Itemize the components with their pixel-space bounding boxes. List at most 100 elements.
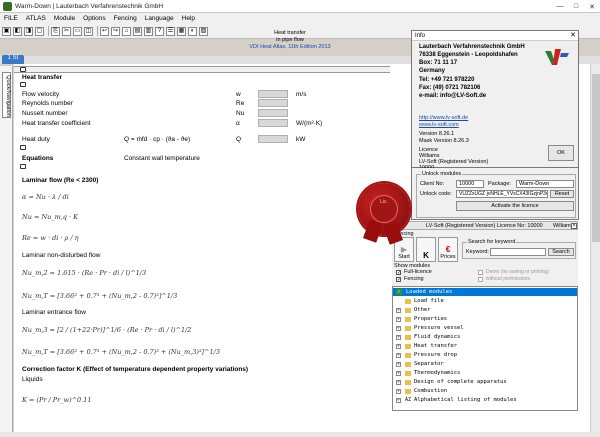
tree-item-alphabetical[interactable]: + AZ Alphabetical listing of modules <box>393 396 577 404</box>
htc-field[interactable] <box>258 119 288 127</box>
keyword-input[interactable] <box>490 248 546 256</box>
table-icon[interactable]: ▤ <box>133 26 142 36</box>
menu-options[interactable]: Options <box>79 15 109 22</box>
wax-seal-image: Lic. <box>358 183 410 245</box>
open-file-icon[interactable]: ◧ <box>13 26 22 36</box>
expand-icon[interactable]: + <box>396 388 401 394</box>
undo-icon[interactable]: ↩ <box>100 26 109 36</box>
full-licence-checkbox[interactable]: ✓ <box>396 270 401 276</box>
tree-item-separator[interactable]: + Separator <box>393 360 577 368</box>
mask-version-text: Mask Version 8.26.3 <box>419 138 469 144</box>
client-no-field[interactable]: 10000 <box>456 180 484 188</box>
help-icon[interactable]: ? <box>155 26 164 36</box>
cut-icon[interactable]: ✂ <box>62 26 71 36</box>
folder-icon <box>405 343 411 349</box>
expand-icon[interactable]: + <box>396 325 401 331</box>
window-icon[interactable]: ◫ <box>84 26 93 36</box>
minimize-button[interactable]: — <box>552 0 568 13</box>
licence-status-bar: LV-Soft (Registered Version) Licence No:… <box>392 221 578 230</box>
expand-icon[interactable]: + <box>396 343 401 349</box>
expand-icon[interactable]: + <box>396 379 401 385</box>
without-permissions-checkbox[interactable] <box>478 277 483 282</box>
collapse-handle[interactable] <box>20 145 26 150</box>
copy-icon[interactable]: ⎘ <box>51 26 60 36</box>
tree-item-pressure-vessel[interactable]: + Pressure vessel <box>393 324 577 332</box>
collapse-handle[interactable] <box>20 164 26 169</box>
tree-item-thermodynamics[interactable]: + Thermodynamics <box>393 369 577 377</box>
menu-atlas[interactable]: ATLAS <box>22 15 50 22</box>
tree-item-combustion[interactable]: + Combustion <box>393 387 577 395</box>
expand-icon[interactable]: + <box>396 334 401 340</box>
maximize-button[interactable]: □ <box>568 0 584 13</box>
expand-icon[interactable]: + <box>396 352 401 358</box>
nusselt-field[interactable] <box>258 109 288 117</box>
collapse-handle[interactable] <box>20 67 26 72</box>
company-country: Germany <box>419 68 446 74</box>
print-icon[interactable]: ▢ <box>35 26 44 36</box>
folder-icon <box>405 298 411 304</box>
list-icon[interactable]: ☰ <box>166 26 175 36</box>
nusselt-symbol: Nu <box>236 110 245 117</box>
expand-icon[interactable]: + <box>396 370 401 376</box>
close-button[interactable]: ✕ <box>584 0 600 13</box>
save-icon[interactable]: ◨ <box>24 26 33 36</box>
grid-icon[interactable]: ▦ <box>177 26 186 36</box>
reynolds-field[interactable] <box>258 99 288 107</box>
expand-icon[interactable]: + <box>396 361 401 367</box>
home-icon[interactable]: ⌂ <box>122 26 131 36</box>
website-link-2[interactable]: www.lv-soft.com <box>419 122 459 128</box>
tree-item-pressure-drop[interactable]: + Pressure drop <box>393 351 577 359</box>
search-button[interactable]: Search <box>548 248 574 256</box>
equations-text: Constant wall temperature <box>124 155 200 162</box>
expand-icon[interactable]: + <box>396 307 401 313</box>
logo-v-shape <box>553 49 561 65</box>
search-group-label: Search for keyword <box>467 239 517 245</box>
reynolds-symbol: Re <box>236 100 245 107</box>
tree-item-other[interactable]: + Other <box>393 306 577 314</box>
menu-help[interactable]: Help <box>178 15 199 22</box>
k-button[interactable]: K <box>416 237 436 262</box>
heat-duty-label: Heat duty <box>22 136 50 143</box>
prices-button[interactable]: € Prices <box>438 237 458 262</box>
tree-item-load-file[interactable]: Load file <box>393 297 577 305</box>
redo-icon[interactable]: ↪ <box>111 26 120 36</box>
chart-icon[interactable]: ▥ <box>144 26 153 36</box>
expand-icon[interactable]: + <box>396 397 401 403</box>
tree-item-properties[interactable]: + Properties <box>393 315 577 323</box>
expand-icon[interactable]: + <box>396 316 401 322</box>
flow-velocity-field[interactable] <box>258 90 288 98</box>
seal-text: Lic. <box>380 199 388 205</box>
ok-button[interactable]: OK <box>548 145 574 161</box>
document-scrollbar[interactable] <box>590 64 600 433</box>
info-icon[interactable]: ▧ <box>199 26 208 36</box>
folder-icon <box>405 388 411 394</box>
website-link[interactable]: http://www.lv-soft.de <box>419 115 468 121</box>
tree-item-design[interactable]: + Design of complete apparatus <box>393 378 577 386</box>
heat-duty-field[interactable] <box>258 135 288 143</box>
unlock-code-field[interactable]: VUZZxUGZ·jvNHLE_YVsCX43IGzjnP3w <box>456 190 548 198</box>
tree-item-heat-transfer[interactable]: + Heat transfer <box>393 342 577 350</box>
menu-module[interactable]: Module <box>50 15 79 22</box>
menu-fencing[interactable]: Fencing <box>110 15 141 22</box>
paste-icon[interactable]: ▭ <box>73 26 82 36</box>
header-line-2: in pipe flow <box>276 37 304 43</box>
collapse-handle[interactable] <box>20 82 26 87</box>
tree-item-loaded-modules[interactable]: ✓ Loaded modules <box>393 288 577 296</box>
menu-file[interactable]: FILE <box>0 15 22 22</box>
demo-checkbox[interactable] <box>478 270 483 275</box>
tree-item-fluid-dynamics[interactable]: + Fluid dynamics <box>393 333 577 341</box>
new-file-icon[interactable]: ▣ <box>2 26 11 36</box>
licence-bar-close-icon[interactable]: × <box>571 223 577 229</box>
activate-licence-button[interactable]: Activate the licence <box>456 201 574 211</box>
package-field[interactable]: Warm-Down <box>516 180 574 188</box>
info-close-icon[interactable]: ✕ <box>570 31 576 39</box>
reset-button[interactable]: Reset <box>550 190 574 198</box>
settings-icon[interactable]: ◐ <box>188 26 197 36</box>
quick-navigation-tab[interactable]: Quick/Navigation <box>2 72 11 118</box>
fencing-checkbox[interactable]: ✓ <box>396 277 401 283</box>
menu-language[interactable]: Language <box>141 15 178 22</box>
scrollbar-thumb[interactable] <box>592 74 600 242</box>
folder-icon <box>405 307 411 313</box>
folder-icon <box>405 334 411 340</box>
tab-1-si[interactable]: 1 SI <box>2 55 24 64</box>
